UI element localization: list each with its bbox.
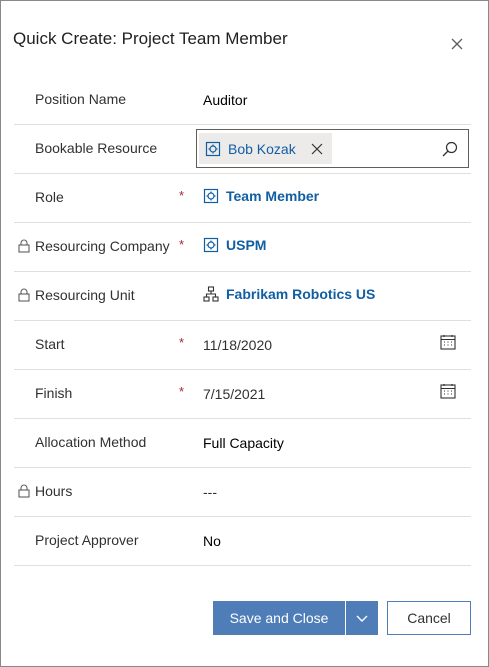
save-and-close-button[interactable]: Save and Close <box>213 601 345 635</box>
required-indicator: * <box>179 384 185 399</box>
selected-resource-tag[interactable]: Bob Kozak <box>199 133 332 164</box>
role-value: Team Member <box>226 188 320 204</box>
save-options-button[interactable] <box>346 601 378 635</box>
required-indicator: * <box>179 237 185 252</box>
field-label: Finish <box>35 385 73 401</box>
field-role: Role * Team Member <box>14 174 471 223</box>
field-label: Hours <box>35 483 73 499</box>
field-project-approver: Project Approver No <box>14 517 471 566</box>
resource-icon <box>205 141 221 156</box>
required-indicator: * <box>179 335 185 350</box>
field-label: Resourcing Company <box>35 238 170 254</box>
lock-icon <box>18 239 30 253</box>
lock-icon <box>18 288 30 302</box>
form-fields: Position Name Auditor Bookable Resource … <box>14 76 471 566</box>
search-icon[interactable] <box>441 140 459 158</box>
field-resourcing-company: Resourcing Company * USPM <box>14 223 471 272</box>
position-name-value[interactable]: Auditor <box>203 92 247 108</box>
remove-tag-icon[interactable] <box>310 142 324 156</box>
quick-create-dialog: Quick Create: Project Team Member Positi… <box>0 0 489 667</box>
allocation-method-value[interactable]: Full Capacity <box>203 435 284 451</box>
selected-resource-name: Bob Kozak <box>228 140 296 157</box>
field-start: Start * 11/18/2020 <box>14 321 471 370</box>
resourcing-company-link[interactable]: USPM <box>203 237 266 253</box>
field-label: Position Name <box>35 91 127 107</box>
calendar-icon[interactable] <box>440 383 456 399</box>
start-date-value[interactable]: 11/18/2020 <box>203 337 272 353</box>
resourcing-company-value: USPM <box>226 237 267 253</box>
calendar-icon[interactable] <box>440 334 456 350</box>
hours-value: --- <box>203 484 217 500</box>
resource-icon <box>203 188 219 204</box>
chevron-down-icon <box>356 615 368 622</box>
field-label: Resourcing Unit <box>35 287 135 303</box>
required-indicator: * <box>179 188 185 203</box>
role-link[interactable]: Team Member <box>203 188 319 204</box>
close-icon[interactable] <box>447 34 467 54</box>
resource-icon <box>203 237 219 253</box>
field-label: Allocation Method <box>35 434 147 450</box>
field-allocation-method: Allocation Method Full Capacity <box>14 419 471 468</box>
org-unit-icon <box>203 286 219 302</box>
bookable-resource-lookup[interactable]: Bob Kozak <box>196 129 469 168</box>
project-approver-value[interactable]: No <box>203 533 221 549</box>
field-resourcing-unit: Resourcing Unit Fabrikam Robotics US <box>14 272 471 321</box>
resourcing-unit-link[interactable]: Fabrikam Robotics US <box>203 286 375 302</box>
lock-icon <box>18 484 30 498</box>
dialog-title: Quick Create: Project Team Member <box>13 29 288 48</box>
field-label: Project Approver <box>35 532 139 548</box>
finish-date-value[interactable]: 7/15/2021 <box>203 386 265 402</box>
field-finish: Finish * 7/15/2021 <box>14 370 471 419</box>
cancel-button[interactable]: Cancel <box>387 601 471 635</box>
field-position-name: Position Name Auditor <box>14 76 471 125</box>
field-label: Bookable Resource <box>35 140 158 156</box>
resourcing-unit-value: Fabrikam Robotics US <box>226 286 376 302</box>
field-label: Start <box>35 336 65 352</box>
field-hours: Hours --- <box>14 468 471 517</box>
field-label: Role <box>35 189 64 205</box>
field-bookable-resource: Bookable Resource Bob Kozak <box>14 125 471 174</box>
